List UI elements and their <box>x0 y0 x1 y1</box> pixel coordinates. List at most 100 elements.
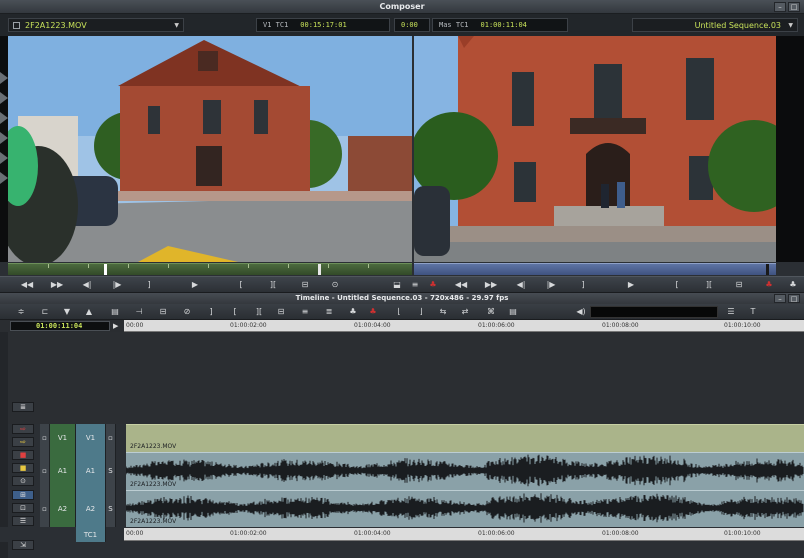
source-clip-menu[interactable]: 2F2A1223.MOV ▼ <box>8 18 184 32</box>
source-monitor[interactable] <box>8 36 412 262</box>
v1-source-track[interactable]: V1 <box>50 424 76 452</box>
tl-menu-icon[interactable]: ☰ <box>720 306 742 318</box>
a1-clip[interactable]: 2F2A1223.MOV <box>126 452 804 490</box>
source-mark-in-indicator[interactable] <box>104 264 107 275</box>
no-icon[interactable]: ⊘ <box>176 306 198 318</box>
tl-trim-right-icon[interactable]: ⌋ <box>410 306 432 318</box>
tl-trim-left-icon[interactable]: ⌊ <box>388 306 410 318</box>
sequence-view-icon[interactable]: ⊡ <box>12 503 34 513</box>
timeline-minimize-icon[interactable]: – <box>774 294 786 303</box>
segment-mode-icon[interactable]: ▤ <box>104 306 126 318</box>
a1-record-track[interactable]: A1 <box>76 452 106 490</box>
a1-lock-icon[interactable]: ▫ <box>40 452 50 490</box>
composer-title-bar: Composer – □ <box>0 0 804 14</box>
tc-play-icon[interactable]: ▶ <box>113 322 118 330</box>
sequence-menu[interactable]: Untitled Sequence.03 ▼ <box>632 18 798 32</box>
link-icon[interactable]: ⊏ <box>34 306 56 318</box>
track-menu-icon[interactable]: ≣ <box>12 402 34 412</box>
ruler-label: 01:00:08:00 <box>602 322 639 329</box>
track-a1: ▫ A1 A1 S 2F2A1223.MOV <box>40 452 804 490</box>
record-tc-display[interactable]: Mas TC1 01:00:11:04 <box>432 18 568 32</box>
tl-mark-in-icon[interactable]: [ <box>224 306 246 318</box>
rec-step-forward-icon[interactable]: |▶ <box>538 279 564 291</box>
v1-lock-icon[interactable]: ▫ <box>40 424 50 452</box>
step-forward-icon[interactable]: |▶ <box>104 279 130 291</box>
a2-lock-icon[interactable]: ▫ <box>40 490 50 527</box>
tl-list-icon[interactable]: ≡ <box>294 306 316 318</box>
sync-icon[interactable]: ⊙ <box>12 476 34 486</box>
tl-render-icon[interactable]: ▤ <box>502 306 524 318</box>
track-side-icons: ≣ <box>12 402 36 415</box>
yellow-arrow-icon[interactable]: ⇨ <box>12 437 34 447</box>
rec-mark-in-icon[interactable]: [ <box>664 279 690 291</box>
source-tc-display[interactable]: V1 TC1 00:15:17:01 <box>256 18 390 32</box>
fast-forward-icon[interactable]: ▶▶ <box>44 279 70 291</box>
rec-rewind-icon[interactable]: ◀◀ <box>448 279 474 291</box>
a1-waveform <box>126 454 804 487</box>
zoom-icon[interactable]: ⇲ <box>12 540 34 550</box>
red-arrow-icon[interactable]: ⇨ <box>12 424 34 434</box>
tl-mark-clip-icon[interactable]: ⊟ <box>270 306 292 318</box>
v1-clip[interactable]: 2F2A1223.MOV <box>126 424 804 452</box>
a1-solo-icon[interactable]: S <box>106 452 116 490</box>
mark-in-icon[interactable]: [ <box>228 279 254 291</box>
clip-icon <box>13 21 20 29</box>
rec-step-back-icon[interactable]: ◀| <box>508 279 534 291</box>
a2-record-track[interactable]: A2 <box>76 490 106 527</box>
extract-icon[interactable]: ♣ <box>780 279 804 291</box>
yellow-square-icon[interactable]: ■ <box>12 463 34 473</box>
fast-menu-icon[interactable]: ≑ <box>10 306 32 318</box>
step-back-icon[interactable]: ◀| <box>74 279 100 291</box>
rec-mark-clip-icon[interactable]: ⊟ <box>726 279 752 291</box>
clear-marks-icon[interactable]: ][ <box>260 279 286 291</box>
tl-mark-out-icon[interactable]: ] <box>200 306 222 318</box>
a2-clip[interactable]: 2F2A1223.MOV <box>126 490 804 527</box>
tl-lift-icon[interactable]: ♣ <box>342 306 364 318</box>
duration-display[interactable]: 0:00 <box>394 18 430 32</box>
tl-slip-icon[interactable]: ⇆ <box>432 306 454 318</box>
add-edit-icon[interactable]: ⊣ <box>128 306 150 318</box>
red-square-icon[interactable]: ■ <box>12 450 34 460</box>
record-position-indicator[interactable] <box>766 264 769 275</box>
a2-source-track[interactable]: A2 <box>50 490 76 527</box>
source-menu-icon[interactable]: ⊙ <box>322 279 348 291</box>
audio-icon[interactable]: ◀) <box>570 306 592 318</box>
rec-clear-marks-icon[interactable]: ][ <box>696 279 722 291</box>
tl-effect-icon[interactable]: ⌘ <box>480 306 502 318</box>
record-monitor[interactable] <box>414 36 776 262</box>
tl-clear-icon[interactable]: ][ <box>248 306 270 318</box>
maximize-icon[interactable]: □ <box>788 2 800 12</box>
tc1-track[interactable]: TC1 <box>76 527 106 542</box>
tl-overwrite-icon[interactable]: ≣ <box>318 306 340 318</box>
mark-clip-icon[interactable]: ⊟ <box>292 279 318 291</box>
source-mark-out-indicator[interactable] <box>318 264 321 275</box>
mark-out-icon[interactable]: ] <box>136 279 162 291</box>
lift-icon[interactable]: ♣ <box>420 279 446 291</box>
a2-solo-icon[interactable]: S <box>106 490 116 527</box>
source-position-bar[interactable] <box>8 263 412 275</box>
list-view-icon[interactable]: ☰ <box>12 516 34 526</box>
tl-slide-icon[interactable]: ⇄ <box>454 306 476 318</box>
v1-record-track[interactable]: V1 <box>76 424 106 452</box>
timeline-tc-display[interactable]: 01:00:11:04 <box>10 321 110 331</box>
dropdown-arrow-icon: ▼ <box>788 22 793 29</box>
tl-extract-icon[interactable]: ♣ <box>362 306 384 318</box>
timeline-ruler-top[interactable]: 00:00 01:00:02:00 01:00:04:00 01:00:06:0… <box>124 320 804 332</box>
v1-monitor-icon[interactable]: ▫ <box>106 424 116 452</box>
trim-mode-icon[interactable]: ⊟ <box>152 306 174 318</box>
text-tool-icon[interactable]: T <box>742 306 764 318</box>
rewind-icon[interactable]: ◀◀ <box>14 279 40 291</box>
down-arrow-icon[interactable]: ▼ <box>56 306 78 318</box>
timeline-ruler-bottom[interactable]: 00:00 01:00:02:00 01:00:04:00 01:00:06:0… <box>124 528 804 541</box>
up-arrow-icon[interactable]: ▲ <box>78 306 100 318</box>
rec-mark-out-icon[interactable]: ] <box>570 279 596 291</box>
record-position-bar[interactable] <box>414 263 776 275</box>
a1-source-track[interactable]: A1 <box>50 452 76 490</box>
timeline-maximize-icon[interactable]: □ <box>788 294 800 303</box>
rec-fast-forward-icon[interactable]: ▶▶ <box>478 279 504 291</box>
minimize-icon[interactable]: – <box>774 2 786 12</box>
play-icon[interactable]: ▶ <box>182 279 208 291</box>
rec-play-icon[interactable]: ▶ <box>618 279 644 291</box>
view-mode-icon[interactable]: ⊞ <box>12 490 34 500</box>
rec-lift-icon[interactable]: ♣ <box>756 279 782 291</box>
